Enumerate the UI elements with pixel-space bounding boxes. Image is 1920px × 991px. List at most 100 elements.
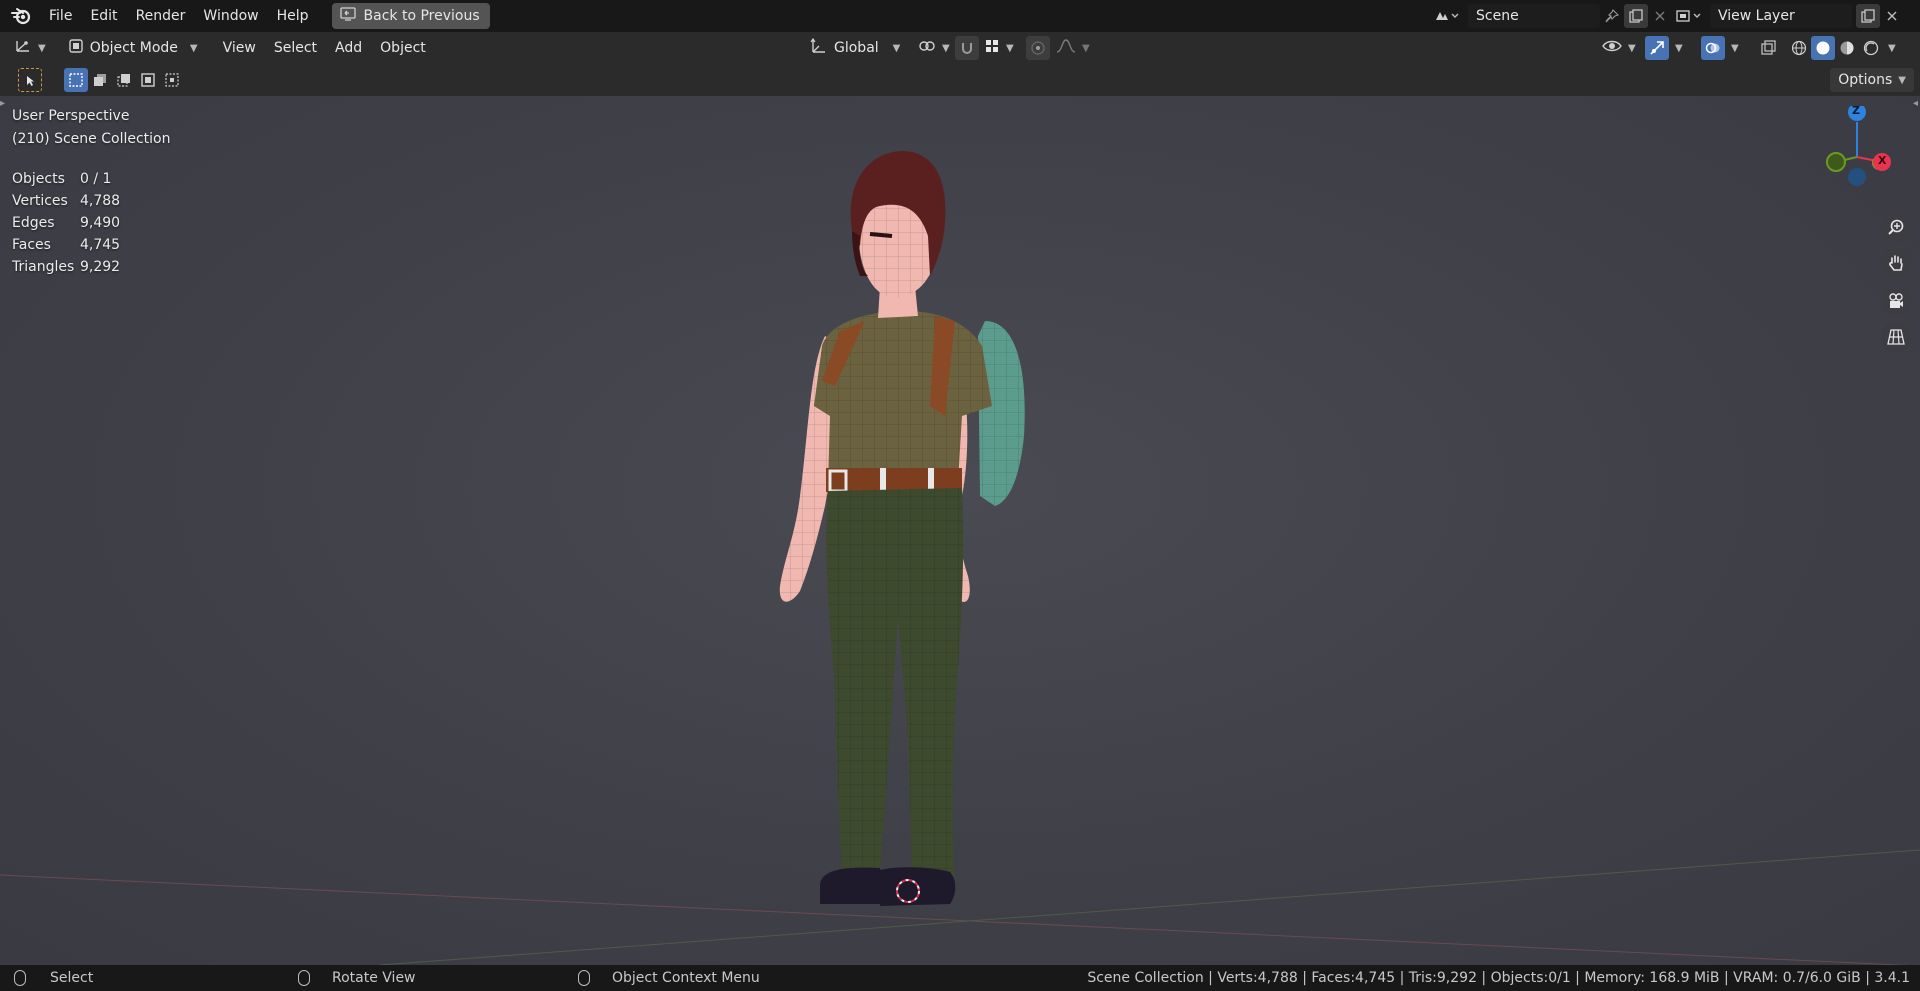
chevron-down-icon: ▼ xyxy=(942,42,950,54)
tool-settings-bar: Options ▼ xyxy=(0,64,1920,96)
axes-icon xyxy=(14,38,32,58)
menu-edit[interactable]: Edit xyxy=(81,4,126,28)
mode-dropdown[interactable]: Object Mode ▼ xyxy=(62,36,204,60)
back-to-previous-button[interactable]: Back to Previous xyxy=(331,3,490,29)
editor-type-dropdown[interactable]: ▼ xyxy=(8,36,52,60)
stat-value: 0 / 1 xyxy=(80,171,112,187)
select-box-tool-icon[interactable] xyxy=(18,68,42,92)
scene-selector: Scene xyxy=(1428,4,1672,28)
status-hint-select: Select xyxy=(14,970,93,986)
menu-render[interactable]: Render xyxy=(127,4,195,28)
transform-orientation-dropdown[interactable]: Global ▼ xyxy=(804,36,906,60)
pivot-link-icon xyxy=(918,38,936,58)
menu-help[interactable]: Help xyxy=(268,4,318,28)
chevron-down-icon: ▼ xyxy=(38,42,46,54)
zoom-icon[interactable] xyxy=(1881,212,1911,242)
status-hint-context: Object Context Menu xyxy=(578,970,760,986)
view-layer-name-field[interactable]: View Layer xyxy=(1710,4,1852,28)
mouse-middle-icon xyxy=(298,970,310,986)
chevron-down-icon: ▼ xyxy=(892,42,901,54)
select-invert-mode-icon[interactable] xyxy=(136,68,160,92)
viewport-perspective-label: User Perspective xyxy=(12,108,130,124)
mouse-right-icon xyxy=(578,970,590,986)
proportional-editing-icon[interactable] xyxy=(1026,36,1050,60)
status-hint-label: Rotate View xyxy=(332,970,416,986)
mode-label: Object Mode xyxy=(89,40,178,56)
select-extend-mode-icon[interactable] xyxy=(88,68,112,92)
rendered-shading-icon[interactable] xyxy=(1859,36,1883,60)
visibility-dropdown[interactable]: ▼ xyxy=(1598,36,1640,60)
shading-dropdown[interactable]: ▼ xyxy=(1884,36,1900,60)
stat-label: Objects xyxy=(12,171,65,187)
overlays-dropdown[interactable]: ▼ xyxy=(1727,36,1743,60)
3d-viewport[interactable]: User Perspective (210) Scene Collection … xyxy=(0,96,1920,965)
status-hint-rotate: Rotate View xyxy=(298,970,416,986)
character-model[interactable] xyxy=(730,136,1060,936)
delete-scene-icon[interactable] xyxy=(1648,4,1672,28)
stat-row: Vertices 4,788 xyxy=(12,190,120,212)
gizmo-dropdown[interactable]: ▼ xyxy=(1671,36,1687,60)
status-bar: Select Rotate View Object Context Menu S… xyxy=(0,965,1920,991)
stat-value: 4,788 xyxy=(80,193,121,209)
back-to-previous-label: Back to Previous xyxy=(363,8,480,24)
xray-toggle-icon[interactable] xyxy=(1756,36,1780,60)
header-menu-select[interactable]: Select xyxy=(265,36,326,60)
chevron-down-icon: ▼ xyxy=(189,42,198,54)
select-subtract-mode-icon[interactable] xyxy=(112,68,136,92)
gizmo-x-label: X xyxy=(1878,154,1887,167)
snap-toggle-icon[interactable] xyxy=(955,36,979,60)
stat-row: Objects 0 / 1 xyxy=(12,168,120,190)
menu-file[interactable]: File xyxy=(40,4,81,28)
stat-row: Edges 9,490 xyxy=(12,212,120,234)
camera-icon[interactable] xyxy=(1881,286,1911,316)
blender-logo-icon[interactable] xyxy=(10,5,32,27)
options-label: Options xyxy=(1838,72,1893,88)
menu-window[interactable]: Window xyxy=(194,4,267,28)
pan-hand-icon[interactable] xyxy=(1881,248,1911,278)
material-shading-icon[interactable] xyxy=(1835,36,1859,60)
overlays-toggle-icon[interactable] xyxy=(1701,36,1725,60)
chevron-down-icon: ▼ xyxy=(1006,42,1014,54)
stat-value: 9,490 xyxy=(80,215,121,231)
pin-icon[interactable] xyxy=(1600,4,1624,28)
chevron-down-icon: ▼ xyxy=(1898,74,1906,86)
delete-view-layer-icon[interactable] xyxy=(1880,4,1904,28)
stat-row: Faces 4,745 xyxy=(12,234,120,256)
view-layer-browse-icon[interactable] xyxy=(1670,4,1706,28)
viewport-collection-label: (210) Scene Collection xyxy=(12,131,171,147)
viewport-statistics: Objects 0 / 1 Vertices 4,788 Edges 9,490 Fa… xyxy=(12,168,120,278)
falloff-dropdown[interactable]: ▼ xyxy=(1052,36,1094,60)
options-dropdown[interactable]: Options ▼ xyxy=(1830,68,1914,92)
snap-target-dropdown[interactable]: ▼ xyxy=(980,36,1018,60)
scene-name-field[interactable]: Scene xyxy=(1468,4,1600,28)
navigation-gizmo[interactable]: Z X xyxy=(1810,103,1920,216)
chevron-down-icon: ▼ xyxy=(1731,42,1739,54)
back-screen-icon xyxy=(339,7,356,25)
stat-row: Triangles 9,292 xyxy=(12,256,120,278)
orientation-icon xyxy=(810,37,828,58)
gizmo-toggle-icon[interactable] xyxy=(1645,36,1669,60)
new-view-layer-icon[interactable] xyxy=(1856,4,1880,28)
chevron-down-icon: ▼ xyxy=(1675,42,1683,54)
stat-label: Vertices xyxy=(12,193,68,209)
toolbar-expand-icon[interactable]: ▸ xyxy=(0,98,5,109)
stat-label: Faces xyxy=(12,237,51,253)
pivot-point-dropdown[interactable]: ▼ xyxy=(912,36,956,60)
status-hint-label: Select xyxy=(50,970,94,986)
scene-browse-icon[interactable] xyxy=(1428,4,1464,28)
view-layer-selector: View Layer xyxy=(1670,4,1904,28)
falloff-curve-icon xyxy=(1056,38,1076,58)
header-menu-view[interactable]: View xyxy=(214,36,265,60)
select-new-mode-icon[interactable] xyxy=(64,68,88,92)
header-menu-add[interactable]: Add xyxy=(326,36,371,60)
gizmo-z-label: Z xyxy=(1852,104,1860,117)
stat-value: 4,745 xyxy=(80,237,121,253)
orientation-label: Global xyxy=(834,40,879,56)
grid-icon[interactable] xyxy=(1881,322,1911,352)
select-intersect-mode-icon[interactable] xyxy=(160,68,184,92)
chevron-down-icon: ▼ xyxy=(1888,42,1896,54)
new-scene-icon[interactable] xyxy=(1624,4,1648,28)
header-menu-object[interactable]: Object xyxy=(371,36,435,60)
solid-shading-icon[interactable] xyxy=(1811,36,1835,60)
wireframe-shading-icon[interactable] xyxy=(1787,36,1811,60)
